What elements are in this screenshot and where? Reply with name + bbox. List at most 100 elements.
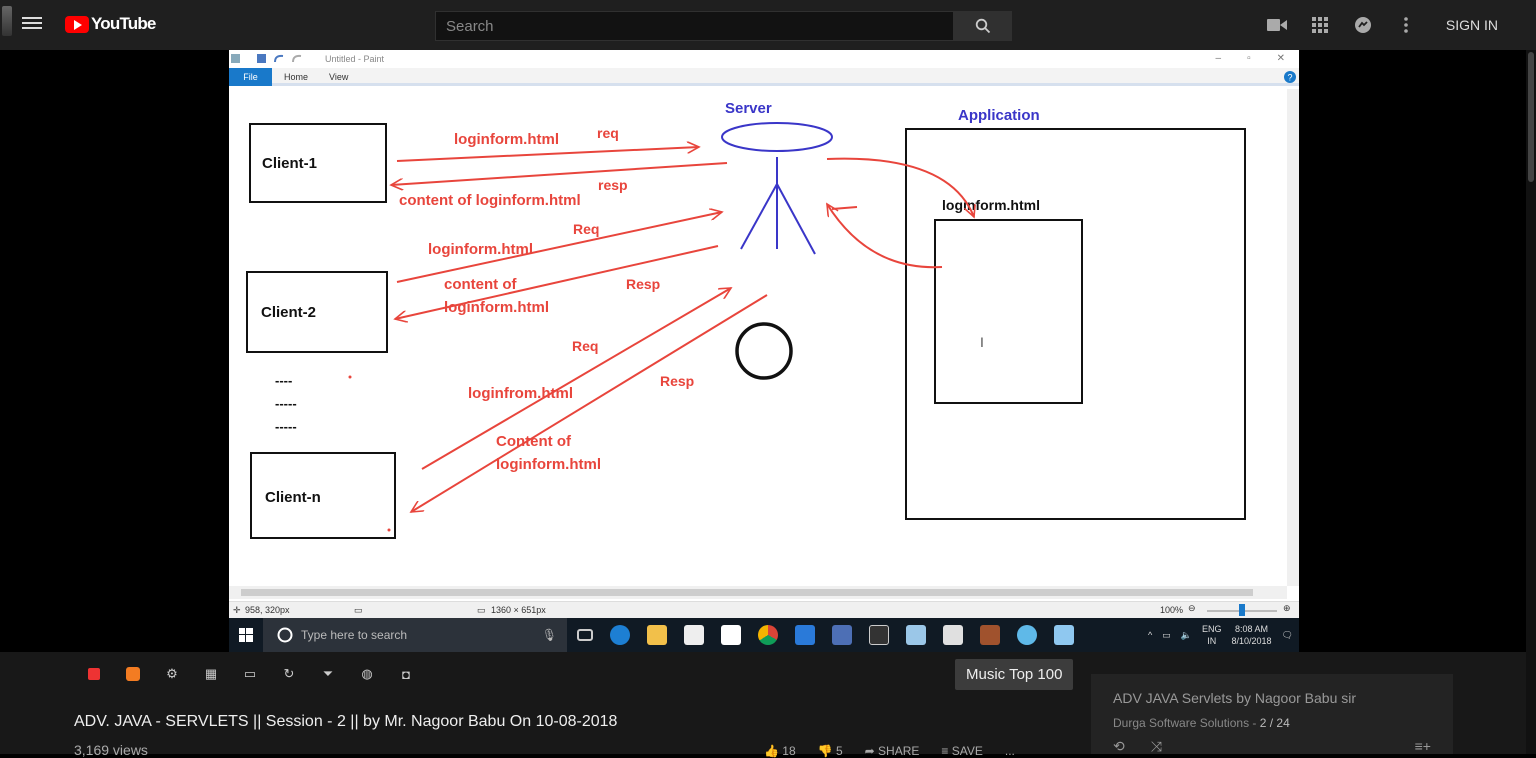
- drawn-circle: [735, 322, 793, 380]
- video-title: ADV. JAVA - SERVLETS || Session - 2 || b…: [74, 713, 618, 730]
- file-explorer-icon[interactable]: [647, 625, 667, 645]
- globe-icon[interactable]: ◍: [357, 664, 377, 684]
- zoom-out-icon[interactable]: ⊖: [1188, 603, 1196, 614]
- tab-home[interactable]: Home: [284, 72, 308, 82]
- youtube-logo[interactable]: YouTube: [65, 14, 156, 34]
- chrome-icon[interactable]: [758, 625, 778, 645]
- edge-icon[interactable]: [610, 625, 630, 645]
- playlist-channel[interactable]: Durga Software Solutions: [1113, 716, 1249, 730]
- page-scrollbar[interactable]: [1526, 50, 1536, 754]
- network-icon[interactable]: [832, 625, 852, 645]
- windows-taskbar: Type here to search 🎙 ^ ▭ 🔈 ENG IN 8:08 A…: [229, 618, 1299, 652]
- paint-window-title: Untitled - Paint: [325, 54, 385, 64]
- share-icon: ➦: [864, 744, 875, 758]
- rss-icon[interactable]: [123, 664, 143, 684]
- filter-icon[interactable]: ⏷: [318, 664, 338, 684]
- client-2-label: Client-2: [261, 304, 316, 321]
- label-content-3b: loginform.html: [496, 456, 601, 473]
- task-view-icon[interactable]: [577, 629, 593, 641]
- application-label: Application: [958, 107, 1040, 124]
- canvas-scroll-thumb[interactable]: [241, 589, 1253, 596]
- window-icon[interactable]: ▭: [240, 664, 260, 684]
- gear-icon[interactable]: ⚙: [162, 664, 182, 684]
- close-icon[interactable]: ✕: [1277, 53, 1285, 64]
- outlook-icon[interactable]: [795, 625, 815, 645]
- dashes-3: -----: [275, 419, 297, 434]
- film-icon[interactable]: ▦: [201, 664, 221, 684]
- inner-file-label: loginform.html: [942, 197, 1040, 213]
- search-button[interactable]: [954, 11, 1012, 41]
- save-icon: ≡: [941, 744, 949, 758]
- search-input[interactable]: [435, 11, 954, 41]
- mail-icon[interactable]: [721, 625, 741, 645]
- dislike-button[interactable]: 👎 5: [818, 744, 843, 758]
- label-resp-3: Resp: [660, 373, 694, 389]
- create-video-icon[interactable]: [1256, 10, 1299, 40]
- notes-icon[interactable]: [943, 625, 963, 645]
- playlist-controls: ⟲ ⤨: [1113, 738, 1162, 755]
- label-loginform-1: loginform.html: [454, 131, 559, 148]
- label-req-2: Req: [573, 221, 599, 237]
- playlist-title[interactable]: ADV JAVA Servlets by Nagoor Babu sir: [1113, 690, 1356, 706]
- paint-titlebar: Untitled - Paint – ▫ ✕: [229, 50, 1299, 68]
- camera-icon[interactable]: ◘: [396, 664, 416, 684]
- settings-more-icon[interactable]: [1385, 10, 1428, 40]
- game-icon[interactable]: [980, 625, 1000, 645]
- document-icon[interactable]: [1054, 625, 1074, 645]
- youtube-ext-icon[interactable]: [84, 664, 104, 684]
- canvas-horizontal-scrollbar[interactable]: [229, 586, 1287, 599]
- tab-file[interactable]: File: [229, 68, 272, 86]
- thumbs-up-icon: 👍: [764, 744, 779, 758]
- notification-icon[interactable]: 🗨: [1282, 630, 1293, 641]
- tray-expand-icon[interactable]: ^: [1148, 630, 1152, 640]
- page-scrollbar-thumb[interactable]: [1528, 52, 1534, 182]
- menu-icon[interactable]: [22, 14, 42, 36]
- terminal-icon[interactable]: [869, 625, 889, 645]
- music-top-100-chip[interactable]: Music Top 100: [955, 659, 1074, 690]
- minimize-icon[interactable]: –: [1216, 53, 1222, 64]
- cursor-position-icon: ✛: [233, 605, 241, 615]
- taskbar-search[interactable]: Type here to search 🎙: [263, 618, 567, 652]
- sign-in-button[interactable]: SIGN IN: [1446, 17, 1498, 33]
- loop-icon[interactable]: ↻: [279, 664, 299, 684]
- video-player[interactable]: Untitled - Paint – ▫ ✕ File Home View ? …: [229, 50, 1299, 652]
- playlist-shuffle-icon[interactable]: ⤨: [1151, 738, 1162, 755]
- microphone-icon[interactable]: 🎙: [542, 628, 557, 642]
- playlist-loop-icon[interactable]: ⟲: [1113, 738, 1125, 755]
- server-label: Server: [725, 100, 772, 117]
- apps-grid-icon[interactable]: [1299, 10, 1342, 40]
- dashes-2: -----: [275, 396, 297, 411]
- label-req-3: Req: [572, 338, 598, 354]
- video-actions: 👍 18 👎 5 ➦ SHARE ≡ SAVE ...: [764, 744, 1015, 758]
- canvas-vertical-scrollbar[interactable]: [1287, 89, 1299, 586]
- zoom-slider-thumb[interactable]: [1239, 604, 1245, 616]
- playlist-panel[interactable]: ADV JAVA Servlets by Nagoor Babu sir Dur…: [1091, 674, 1453, 754]
- taskbar-apps: [577, 625, 1074, 645]
- paint-icon[interactable]: [906, 625, 926, 645]
- more-actions-button[interactable]: ...: [1005, 744, 1015, 758]
- maximize-icon[interactable]: ▫: [1247, 53, 1251, 64]
- svg-text:?: ?: [1287, 73, 1292, 83]
- zoom-in-icon[interactable]: ⊕: [1283, 603, 1291, 614]
- store-icon[interactable]: [684, 625, 704, 645]
- clock[interactable]: 8:08 AM 8/10/2018: [1232, 623, 1272, 647]
- svg-text:I: I: [980, 334, 984, 350]
- canvas-size: 1360 × 651px: [491, 605, 546, 615]
- language-indicator[interactable]: ENG IN: [1202, 623, 1222, 647]
- save-button[interactable]: ≡ SAVE: [941, 744, 982, 758]
- tray-network-icon[interactable]: ▭: [1162, 630, 1171, 641]
- snowflake-icon[interactable]: [1017, 625, 1037, 645]
- tray-volume-icon[interactable]: 🔈: [1181, 630, 1192, 641]
- label-content-2a: content of: [444, 276, 517, 293]
- help-icon[interactable]: ?: [1284, 71, 1296, 83]
- playlist-position: 2 / 24: [1259, 716, 1290, 730]
- masthead: YouTube SIGN IN: [0, 0, 1536, 50]
- messages-icon[interactable]: [1342, 10, 1385, 40]
- paint-canvas[interactable]: Client-1 Client-2 ---- ----- ----- Clien…: [229, 89, 1287, 586]
- windows-start-icon[interactable]: [229, 618, 263, 652]
- like-button[interactable]: 👍 18: [764, 744, 796, 758]
- share-button[interactable]: ➦ SHARE: [865, 744, 920, 758]
- tab-view[interactable]: View: [329, 72, 348, 82]
- client-n-label: Client-n: [265, 489, 321, 506]
- playlist-add-icon[interactable]: ≡+: [1415, 738, 1431, 754]
